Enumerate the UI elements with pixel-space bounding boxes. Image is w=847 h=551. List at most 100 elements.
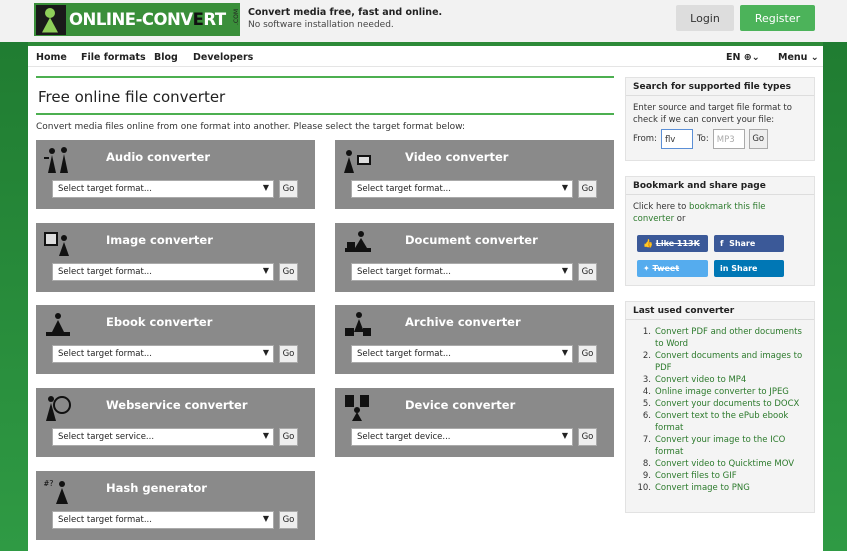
panel-title: Bookmark and share page	[626, 177, 814, 195]
list-item[interactable]: 3. Convert video to MP4	[637, 374, 807, 386]
from-format-input[interactable]: flv	[660, 129, 693, 149]
converter-link[interactable]: Convert video to MP4	[655, 374, 746, 386]
converter-link[interactable]: Convert files to GIF	[655, 470, 737, 482]
converter-card-video: Video converter Select target format... ▼…	[335, 140, 614, 209]
site-logo[interactable]: ONLINE-CONVERT .COM	[34, 3, 240, 36]
list-number: 5.	[642, 399, 651, 409]
target-format-select[interactable]: Select target format... ▼	[351, 180, 573, 198]
target-format-select[interactable]: Select target format... ▼	[351, 345, 573, 363]
facebook-icon: f	[720, 239, 730, 248]
go-button[interactable]: Go	[578, 263, 597, 281]
chevron-down-icon: ⌄	[810, 52, 819, 63]
search-instructions: Enter source and target file format to c…	[633, 103, 792, 125]
image-icon	[44, 232, 69, 256]
logo-figure-icon	[36, 4, 66, 35]
panel-title: Search for supported file types	[626, 78, 814, 96]
language-selector[interactable]: EN ⊕⌄	[726, 52, 760, 63]
list-item[interactable]: 5. Convert your documents to DOCX	[637, 398, 807, 410]
hash-icon: #?	[44, 479, 68, 504]
converter-link[interactable]: Convert text to the ePub ebook format	[655, 410, 807, 434]
converter-link[interactable]: Convert image to PNG	[655, 482, 750, 494]
list-number: 8.	[642, 459, 651, 469]
go-button[interactable]: Go	[578, 180, 597, 198]
converter-link[interactable]: Online image converter to JPEG	[655, 386, 789, 398]
go-button[interactable]: Go	[279, 263, 298, 281]
to-format-input[interactable]: MP3	[712, 129, 745, 149]
tagline-main: Convert media free, fast and online.	[248, 7, 443, 18]
linkedin-share-button[interactable]: in Share	[714, 260, 784, 277]
nav-developers[interactable]: Developers	[193, 52, 253, 63]
globe-icon: ⊕	[743, 52, 752, 63]
video-icon	[344, 150, 371, 173]
left-background	[0, 0, 28, 551]
go-button[interactable]: Go	[279, 511, 298, 529]
document-icon	[345, 231, 371, 252]
last-used-panel: Last used converter 1. Convert PDF and ot…	[625, 301, 815, 513]
dropdown-arrow-icon: ▼	[561, 348, 568, 357]
list-item[interactable]: 2. Convert documents and images to PDF	[637, 350, 807, 374]
list-item[interactable]: 9. Convert files to GIF	[637, 470, 807, 482]
converter-card-document: Document converter Select target format.…	[335, 223, 614, 292]
list-number: 7.	[642, 435, 651, 445]
list-number: 3.	[642, 375, 651, 385]
register-button[interactable]: Register	[740, 5, 815, 31]
converter-card-webservice: Webservice converter Select target servi…	[36, 388, 315, 457]
go-button[interactable]: Go	[578, 345, 597, 363]
target-format-select[interactable]: Select target format... ▼	[52, 263, 274, 281]
chevron-down-icon: ⌄	[751, 52, 760, 63]
converter-link[interactable]: Convert PDF and other documents to Word	[655, 326, 807, 350]
svg-text:#?: #?	[44, 479, 54, 488]
archive-icon	[345, 312, 371, 336]
last-used-list: 1. Convert PDF and other documents to Wor…	[633, 326, 807, 494]
facebook-share-button[interactable]: f Share	[714, 235, 784, 252]
list-item[interactable]: 8. Convert video to Quicktime MOV	[637, 458, 807, 470]
device-icon	[345, 395, 369, 421]
converter-link[interactable]: Convert documents and images to PDF	[655, 350, 807, 374]
search-go-button[interactable]: Go	[748, 129, 768, 149]
go-button[interactable]: Go	[279, 428, 298, 446]
target-format-select[interactable]: Select target format... ▼	[52, 511, 274, 529]
go-button[interactable]: Go	[279, 180, 298, 198]
converter-card-archive: Archive converter Select target format..…	[335, 305, 614, 374]
list-item[interactable]: 6. Convert text to the ePub ebook format	[637, 410, 807, 434]
tweet-button[interactable]: ✦ Tweet	[637, 260, 708, 277]
main-nav: Home File formats Blog Developers EN ⊕⌄ …	[28, 42, 823, 67]
target-device-select[interactable]: Select target device... ▼	[351, 428, 573, 446]
dropdown-arrow-icon: ▼	[262, 266, 269, 275]
menu-button[interactable]: Menu ⌄	[778, 52, 819, 63]
card-title: Image converter	[106, 233, 213, 247]
converter-link[interactable]: Convert your image to the ICO format	[655, 434, 807, 458]
card-title: Ebook converter	[106, 315, 213, 329]
top-header: ONLINE-CONVERT .COM Convert media free, …	[0, 0, 847, 42]
card-title: Archive converter	[405, 315, 521, 329]
webservice-icon	[46, 396, 71, 421]
target-service-select[interactable]: Select target service... ▼	[52, 428, 274, 446]
dropdown-arrow-icon: ▼	[262, 348, 269, 357]
login-button[interactable]: Login	[676, 5, 734, 31]
converter-link[interactable]: Convert video to Quicktime MOV	[655, 458, 794, 470]
go-button[interactable]: Go	[279, 345, 298, 363]
converter-link[interactable]: Convert your documents to DOCX	[655, 398, 799, 410]
go-button[interactable]: Go	[578, 428, 597, 446]
target-format-select[interactable]: Select target format... ▼	[52, 180, 274, 198]
list-number: 9.	[642, 471, 651, 481]
card-title: Device converter	[405, 398, 516, 412]
nav-blog[interactable]: Blog	[154, 52, 178, 63]
card-title: Hash generator	[106, 481, 207, 495]
list-item[interactable]: 4. Online image converter to JPEG	[637, 386, 807, 398]
facebook-like-button[interactable]: 👍 Like 113K	[637, 235, 708, 252]
dropdown-arrow-icon: ▼	[561, 431, 568, 440]
from-label: From:	[633, 134, 657, 144]
converter-card-audio: Audio converter Select target format... ▼…	[36, 140, 315, 209]
tagline-sub: No software installation needed.	[248, 20, 394, 30]
list-item[interactable]: 1. Convert PDF and other documents to Wor…	[637, 326, 807, 350]
tagline: Convert media free, fast and online. No …	[248, 6, 442, 32]
list-item[interactable]: 10. Convert image to PNG	[637, 482, 807, 494]
target-format-select[interactable]: Select target format... ▼	[52, 345, 274, 363]
linkedin-icon: in	[720, 264, 732, 273]
nav-file-formats[interactable]: File formats	[81, 52, 146, 63]
nav-home[interactable]: Home	[36, 52, 67, 63]
target-format-select[interactable]: Select target format... ▼	[351, 263, 573, 281]
converter-card-device: Device converter Select target device...…	[335, 388, 614, 457]
list-item[interactable]: 7. Convert your image to the ICO format	[637, 434, 807, 458]
